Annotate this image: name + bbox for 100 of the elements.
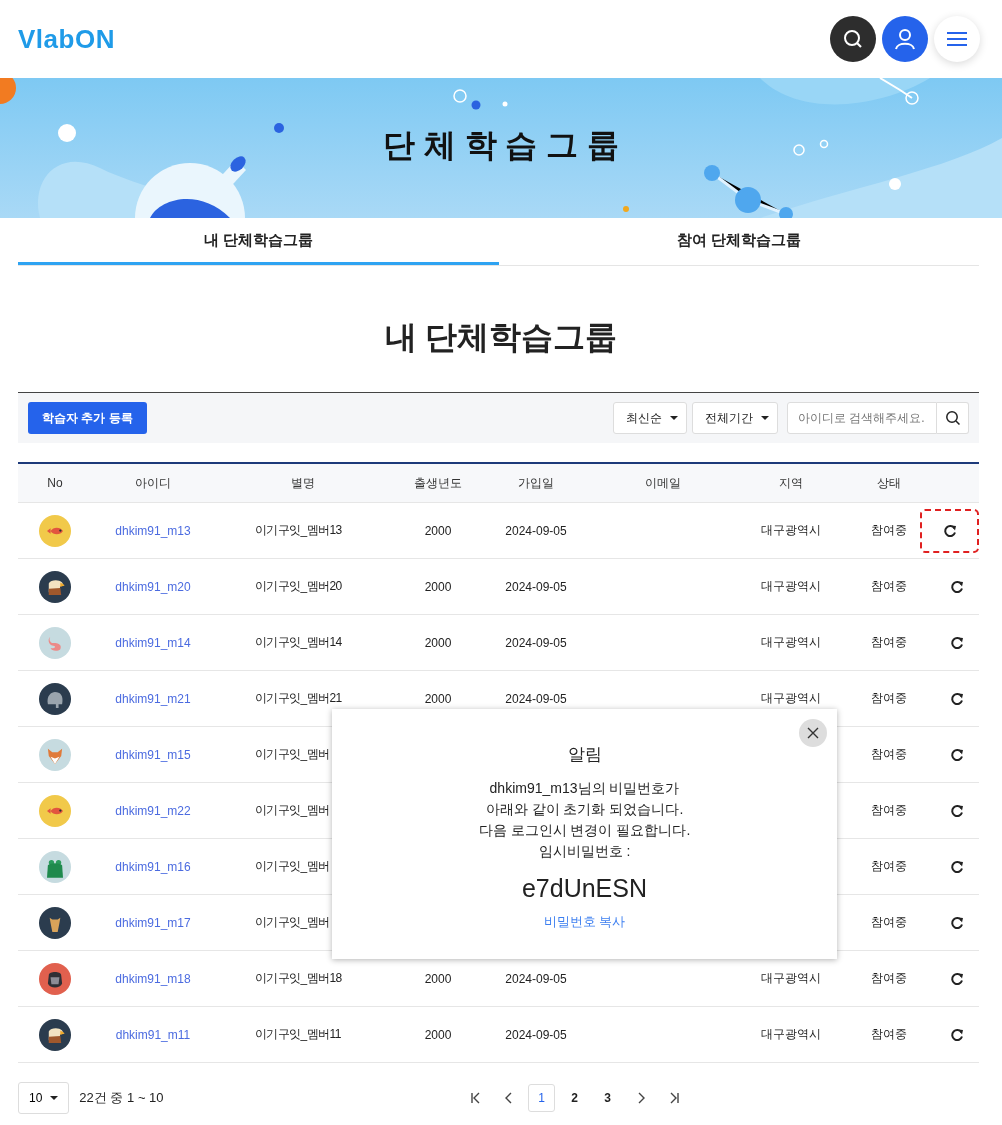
table-cell: 참여중 <box>871 635 907 649</box>
dialog-message: 다음 로그인시 변경이 필요합니다. <box>478 821 691 840</box>
menu-button[interactable] <box>934 16 980 62</box>
dialog-message: 아래와 같이 초기화 되었습니다. <box>485 800 684 819</box>
eagle-avatar-icon <box>39 570 71 603</box>
page-button[interactable]: 2 <box>561 1084 588 1112</box>
table-cell: 이기구잇_멤버18 <box>255 971 342 985</box>
table-cell: 이기구잇_멤버14 <box>255 635 342 649</box>
table-cell: 2024-09-05 <box>505 523 567 538</box>
temporary-password: e7dUnESN <box>521 874 648 903</box>
table-cell: 참여중 <box>871 1027 907 1041</box>
user-id-link[interactable]: dhkim91_m21 <box>115 691 191 706</box>
search-button[interactable] <box>830 16 876 62</box>
table-cell: 참여중 <box>871 915 907 929</box>
user-id-link[interactable]: dhkim91_m13 <box>115 523 191 538</box>
page-title: 내 단체학습그룹 <box>383 318 619 357</box>
table-cell: 이기구잇_멤버 <box>255 803 330 817</box>
table-cell: 대구광역시 <box>761 523 821 537</box>
refresh-icon <box>949 803 964 818</box>
table-cell: 대구광역시 <box>761 579 821 593</box>
column-header: 이메일 <box>644 474 682 492</box>
column-header: 상태 <box>876 474 902 492</box>
fish-avatar-icon <box>39 794 71 827</box>
table-cell: 이기구잇_멤버21 <box>255 691 342 705</box>
table-cell: 참여중 <box>871 803 907 817</box>
column-header: 지역 <box>778 474 804 492</box>
table-cell: 참여중 <box>871 971 907 985</box>
eagle-avatar-icon <box>39 1018 71 1051</box>
fox-avatar-icon <box>39 738 71 771</box>
table-cell: 참여중 <box>871 859 907 873</box>
page-size-dropdown[interactable]: 10 <box>18 1082 70 1114</box>
table-cell: 이기구잇_멤버 <box>255 859 330 873</box>
refresh-icon <box>949 579 964 594</box>
refresh-icon <box>942 523 957 538</box>
table-cell: 2000 <box>424 691 452 706</box>
search-field[interactable]: 아이디로 검색해주세요. <box>787 402 937 434</box>
search-icon <box>842 28 864 50</box>
sort-dropdown[interactable]: 최신순 <box>613 402 687 434</box>
add-learner-button[interactable]: 학습자 추가 등록 <box>28 402 147 434</box>
table-cell: 2024-09-05 <box>505 635 567 650</box>
table-cell: 참여중 <box>871 523 907 537</box>
user-id-link[interactable]: dhkim91_m15 <box>115 747 191 762</box>
copy-password-link[interactable]: 비밀번호 복사 <box>543 913 626 931</box>
table-cell: 이기구잇_멤버11 <box>255 1027 341 1041</box>
table-cell: 2024-09-05 <box>505 1027 567 1042</box>
table-cell: 이기구잇_멤버13 <box>255 523 342 537</box>
period-dropdown[interactable]: 전체기간 <box>692 402 778 434</box>
column-header: 출생년도 <box>413 474 463 492</box>
dialog-message: 임시비밀번호 : <box>538 842 631 861</box>
page-button[interactable]: 1 <box>528 1084 555 1112</box>
user-id-link[interactable]: dhkim91_m14 <box>115 635 191 650</box>
fish-avatar-icon <box>39 514 71 547</box>
user-id-link[interactable]: dhkim91_m22 <box>115 803 191 818</box>
table-cell: 2024-09-05 <box>505 691 567 706</box>
refresh-icon <box>949 1027 964 1042</box>
table-cell: 참여중 <box>871 579 907 593</box>
table-cell: 대구광역시 <box>761 971 821 985</box>
table-cell: 이기구잇_멤버 <box>255 915 330 929</box>
table-cell: 대구광역시 <box>761 635 821 649</box>
dialog-title: 알림 <box>567 744 602 766</box>
user-id-link[interactable]: dhkim91_m20 <box>115 579 191 594</box>
menu-icon <box>946 31 968 47</box>
tab[interactable]: 참여 단체학습그룹 <box>498 218 979 265</box>
user-id-link[interactable]: dhkim91_m11 <box>115 1027 191 1042</box>
search-button[interactable] <box>937 402 969 434</box>
banner-title: 단 체 학 습 그 룹 <box>382 126 620 165</box>
logo[interactable]: VlabON <box>18 23 115 55</box>
table-cell: 2000 <box>424 1027 452 1042</box>
column-header: No <box>46 476 64 490</box>
table-cell: 대구광역시 <box>761 1027 821 1041</box>
user-id-link[interactable]: dhkim91_m18 <box>115 971 191 986</box>
search-icon <box>944 410 961 426</box>
dialog-message: dhkim91_m13님의 비밀번호가 <box>489 779 680 798</box>
table-cell: 2000 <box>424 635 452 650</box>
table-cell: 이기구잇_멤버20 <box>255 579 342 593</box>
refresh-icon <box>949 691 964 706</box>
table-cell: 2000 <box>424 971 452 986</box>
table-cell: 이기구잇_멤버 <box>255 747 330 761</box>
user-id-link[interactable]: dhkim91_m16 <box>115 859 191 874</box>
first-page-icon <box>469 1092 482 1104</box>
refresh-icon <box>949 859 964 874</box>
table-cell: 2024-09-05 <box>505 579 567 594</box>
table-cell: 참여중 <box>871 747 907 761</box>
table-cell: 2024-09-05 <box>505 971 567 986</box>
column-header: 가입일 <box>517 474 555 492</box>
profile-button[interactable] <box>882 16 928 62</box>
page-button[interactable]: 3 <box>594 1084 621 1112</box>
refresh-icon <box>949 915 964 930</box>
column-header: 별명 <box>290 474 316 492</box>
table-cell: 참여중 <box>871 691 907 705</box>
table-cell: 2000 <box>424 579 452 594</box>
close-button[interactable] <box>799 719 827 747</box>
column-header: 아이디 <box>134 474 172 492</box>
user-id-link[interactable]: dhkim91_m17 <box>115 915 191 930</box>
refresh-icon <box>949 635 964 650</box>
result-summary: 22건 중 1 ~ 10 <box>79 1089 164 1107</box>
tab[interactable]: 내 단체학습그룹 <box>18 218 499 265</box>
user-icon <box>893 27 917 51</box>
table-cell: 2000 <box>424 523 452 538</box>
table-cell: 대구광역시 <box>761 691 821 705</box>
